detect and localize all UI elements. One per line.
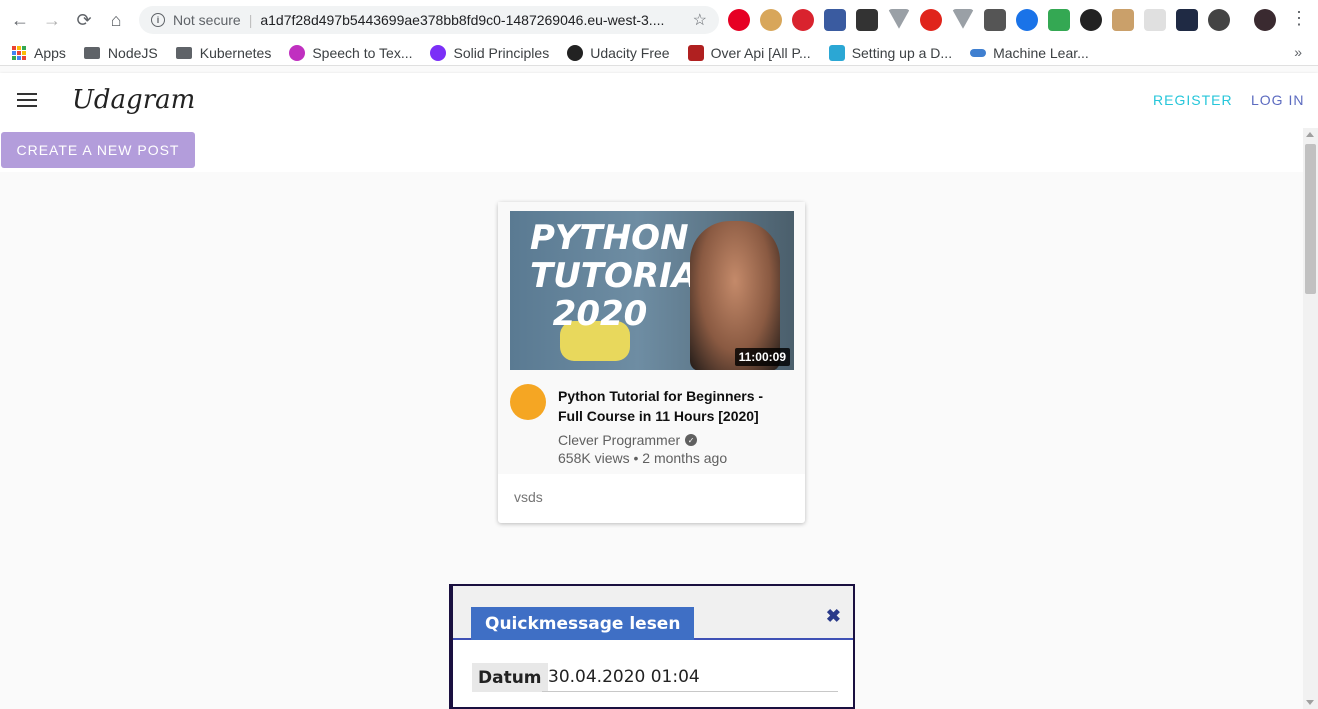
url-text[interactable]: a1d7f28d497b5443699ae378bb8fd9c0-1487269… bbox=[260, 12, 680, 28]
post-image: PYTHON TUTORIAL 2020 11:00:09 Python Tut… bbox=[498, 202, 805, 474]
date-value: 30.04.2020 01:04 bbox=[542, 663, 838, 692]
bug-extension-icon[interactable] bbox=[1208, 9, 1230, 31]
bookmark-label: Udacity Free bbox=[590, 44, 670, 61]
api-icon bbox=[687, 44, 704, 61]
github-icon bbox=[567, 44, 584, 61]
thumbnail-text: PYTHON TUTORIAL 2020 bbox=[530, 218, 720, 334]
red-extension-icon[interactable] bbox=[792, 9, 814, 31]
face-extension-icon[interactable] bbox=[1112, 9, 1134, 31]
scroll-up-arrow-icon[interactable] bbox=[1306, 132, 1314, 137]
app-header: Udagram REGISTER LOG IN bbox=[0, 73, 1318, 128]
quickmessage-title: Quickmessage lesen bbox=[471, 607, 695, 640]
bookmark-icon bbox=[828, 44, 845, 61]
create-post-button[interactable]: CREATE A NEW POST bbox=[1, 132, 195, 168]
post-caption: vsds bbox=[514, 489, 543, 505]
bookmark-overapi[interactable]: Over Api [All P... bbox=[687, 44, 811, 61]
folder-icon bbox=[175, 46, 192, 59]
home-icon[interactable]: ⌂ bbox=[100, 4, 132, 36]
cookie-extension-icon[interactable] bbox=[760, 9, 782, 31]
bookmark-label: NodeJS bbox=[107, 44, 158, 61]
stop-extension-icon[interactable] bbox=[920, 9, 942, 31]
security-label: Not secure bbox=[173, 12, 241, 28]
extensions-area bbox=[728, 9, 1230, 31]
video-title[interactable]: Python Tutorial for Beginners - Full Cou… bbox=[558, 386, 788, 426]
forward-arrow-icon[interactable]: → bbox=[36, 4, 68, 36]
apps-grid-icon bbox=[12, 45, 26, 60]
badge-extension-icon[interactable] bbox=[824, 9, 846, 31]
pinterest-extension-icon[interactable] bbox=[728, 9, 750, 31]
action-row: CREATE A NEW POST bbox=[0, 128, 1303, 172]
vue-extension-icon[interactable] bbox=[888, 9, 910, 29]
quickmessage-header: Quickmessage lesen ✖ bbox=[453, 586, 853, 640]
browser-menu-icon[interactable]: ⋮ bbox=[1290, 8, 1308, 29]
video-thumbnail[interactable]: PYTHON TUTORIAL 2020 11:00:09 bbox=[510, 211, 794, 370]
bookmark-star-icon[interactable]: ☆ bbox=[693, 10, 707, 30]
speech-icon bbox=[289, 44, 306, 61]
profile-avatar[interactable] bbox=[1254, 9, 1276, 31]
bookmark-ml[interactable]: Machine Lear... bbox=[970, 45, 1089, 61]
address-bar[interactable]: i Not secure | a1d7f28d497b5443699ae378b… bbox=[139, 6, 719, 34]
channel-name[interactable]: Clever Programmer bbox=[558, 432, 680, 448]
bookmark-label: Speech to Tex... bbox=[312, 44, 413, 61]
close-icon[interactable]: ✖ bbox=[826, 606, 841, 627]
video-stats: 658K views • 2 months ago bbox=[558, 450, 728, 466]
login-link[interactable]: LOG IN bbox=[1251, 92, 1304, 108]
back-arrow-icon[interactable]: ← bbox=[4, 4, 36, 36]
bookmarks-overflow-icon[interactable]: » bbox=[1294, 44, 1302, 60]
menu-icon[interactable] bbox=[17, 93, 37, 107]
grammar-extension-icon[interactable] bbox=[1016, 9, 1038, 31]
scroll-thumb[interactable] bbox=[1305, 144, 1316, 294]
bookmark-solid[interactable]: Solid Principles bbox=[430, 44, 550, 61]
infinity-icon bbox=[970, 48, 987, 57]
bookmark-label: Setting up a D... bbox=[851, 44, 953, 61]
register-link[interactable]: REGISTER bbox=[1153, 92, 1233, 108]
bookmark-setting-up[interactable]: Setting up a D... bbox=[828, 44, 953, 61]
bookmark-nodejs[interactable]: NodeJS bbox=[83, 44, 158, 61]
quickmessage-popup: Quickmessage lesen ✖ Datum 30.04.2020 01… bbox=[449, 584, 855, 709]
channel-info[interactable]: Clever Programmer ✓ bbox=[558, 432, 698, 448]
bookmark-label: Solid Principles bbox=[453, 44, 550, 61]
vue-devtools-icon[interactable] bbox=[952, 9, 974, 29]
post-card[interactable]: PYTHON TUTORIAL 2020 11:00:09 Python Tut… bbox=[498, 202, 805, 523]
gnome-extension-icon[interactable] bbox=[1080, 9, 1102, 31]
browser-toolbar: ← → ⟳ ⌂ i Not secure | a1d7f28d497b54436… bbox=[0, 0, 1318, 40]
bookmark-apps[interactable]: Apps bbox=[12, 45, 66, 61]
bookmark-kubernetes[interactable]: Kubernetes bbox=[175, 44, 272, 61]
terminal-extension-icon[interactable] bbox=[856, 9, 878, 31]
info-icon[interactable]: i bbox=[151, 13, 165, 27]
heart-icon bbox=[430, 44, 447, 61]
bookmark-speech[interactable]: Speech to Tex... bbox=[289, 44, 413, 61]
inbox-extension-icon[interactable] bbox=[1048, 9, 1070, 31]
bookmark-label: Over Api [All P... bbox=[710, 44, 811, 61]
address-separator: | bbox=[248, 12, 253, 28]
bookmark-label: Machine Lear... bbox=[993, 44, 1089, 61]
blank-extension-icon[interactable] bbox=[1144, 9, 1166, 31]
reload-icon[interactable]: ⟳ bbox=[68, 4, 100, 36]
verified-check-icon: ✓ bbox=[685, 434, 698, 446]
shield-extension-icon[interactable] bbox=[984, 9, 1006, 31]
folder-icon bbox=[83, 46, 100, 59]
link-extension-icon[interactable] bbox=[1176, 9, 1198, 31]
bookmark-label: Apps bbox=[34, 44, 66, 61]
video-duration: 11:00:09 bbox=[734, 348, 790, 366]
bookmarks-bar: Apps NodeJS Kubernetes Speech to Tex... … bbox=[0, 40, 1318, 66]
brand-logo[interactable]: Udagram bbox=[72, 85, 195, 115]
bookmark-udacity[interactable]: Udacity Free bbox=[567, 44, 670, 61]
date-label: Datum bbox=[472, 663, 548, 692]
bookmark-label: Kubernetes bbox=[199, 44, 272, 61]
scroll-down-arrow-icon[interactable] bbox=[1306, 700, 1314, 705]
page-scrollbar[interactable] bbox=[1303, 128, 1318, 709]
channel-avatar[interactable] bbox=[510, 384, 546, 420]
